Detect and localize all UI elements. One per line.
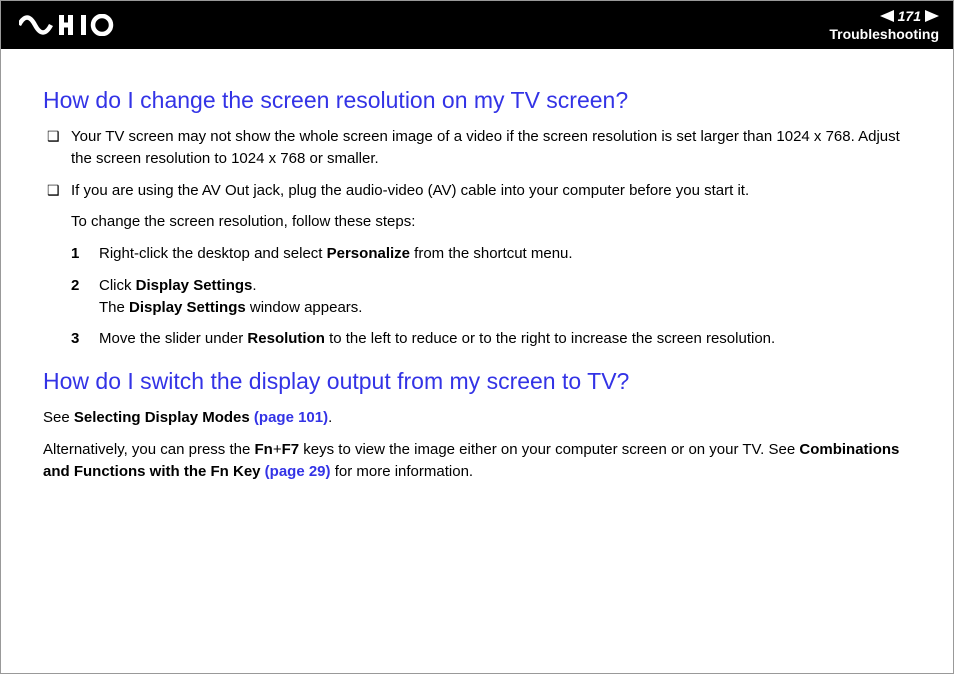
header-right: 171 Troubleshooting: [829, 8, 939, 42]
heading-screen-resolution: How do I change the screen resolution on…: [43, 87, 911, 114]
step-text: Click: [99, 277, 136, 294]
step-item: 1Right-click the desktop and select Pers…: [71, 243, 911, 265]
steps-intro: To change the screen resolution, follow …: [43, 211, 911, 233]
page-link[interactable]: (page 101): [254, 409, 328, 426]
bold-text: Fn: [255, 441, 273, 458]
step-text: The: [99, 299, 129, 316]
step-text: Move the slider under: [99, 330, 247, 347]
page-number: 171: [896, 8, 923, 24]
step-text: Right-click the desktop and select: [99, 245, 327, 262]
step-text: to the left to reduce or to the right to…: [325, 330, 775, 347]
bold-text: F7: [282, 441, 300, 458]
bold-text: Selecting Display Modes: [74, 409, 254, 426]
step-item: 3Move the slider under Resolution to the…: [71, 328, 911, 350]
vaio-logo: [19, 14, 129, 36]
step-text: from the shortcut menu.: [410, 245, 573, 262]
heading-display-output: How do I switch the display output from …: [43, 368, 911, 395]
step-item: 2Click Display Settings.The Display Sett…: [71, 275, 911, 319]
bullet-list: Your TV screen may not show the whole sc…: [43, 126, 911, 201]
bold-text: Personalize: [327, 245, 410, 262]
page-content: How do I change the screen resolution on…: [1, 49, 953, 482]
paragraph: See Selecting Display Modes (page 101).: [43, 407, 911, 429]
paragraph: Alternatively, you can press the Fn+F7 k…: [43, 439, 911, 483]
numbered-steps: 1Right-click the desktop and select Pers…: [43, 243, 911, 350]
step-text: window appears.: [246, 299, 363, 316]
page-link[interactable]: (page 29): [265, 463, 331, 480]
page-nav: 171: [829, 8, 939, 24]
bullet-item: Your TV screen may not show the whole sc…: [43, 126, 911, 170]
bold-text: Display Settings: [136, 277, 253, 294]
step-text: .: [252, 277, 256, 294]
page-header: 171 Troubleshooting: [1, 1, 953, 49]
bold-text: Resolution: [247, 330, 325, 347]
prev-page-icon[interactable]: [880, 10, 894, 22]
next-page-icon[interactable]: [925, 10, 939, 22]
section-title: Troubleshooting: [829, 26, 939, 42]
bullet-item: If you are using the AV Out jack, plug t…: [43, 180, 911, 202]
bold-text: Display Settings: [129, 299, 246, 316]
